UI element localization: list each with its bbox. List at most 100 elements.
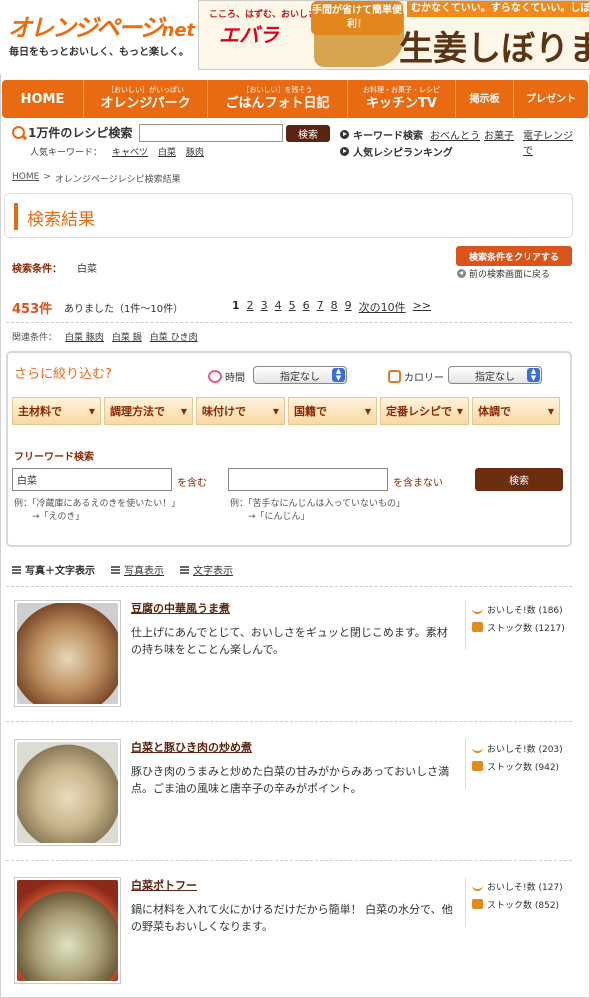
freeword-search-button[interactable]: 検索 [475,468,563,491]
tab-cooking-method[interactable]: 調理方法で ▼ [104,397,193,425]
last-page-link[interactable]: >> [413,299,431,315]
related-conditions: 関連条件： 白菜 豚肉 白菜 鍋 白菜 ひき肉 [12,330,198,343]
divider [6,586,572,587]
breadcrumb-current: オレンジページレシピ検索結果 [54,175,181,185]
ranking-link[interactable]: 人気レシピランキング [340,144,453,159]
nav-board[interactable]: 掲示板 [456,80,514,118]
dropdown-arrow-icon: ▼ [88,406,95,416]
page-link[interactable]: 7 [317,299,324,315]
keyword-link[interactable]: お菓子 [484,127,514,142]
search-icon [12,126,25,139]
page-link[interactable]: 5 [289,299,296,315]
exclude-input[interactable] [228,468,388,491]
include-input[interactable]: 白菜 [12,468,172,491]
stock-count[interactable]: ストック数 (1217) [472,618,577,636]
dropdown-arrow-icon: ▼ [364,406,371,416]
page-link[interactable]: 9 [345,299,352,315]
pagination: 1 2 3 4 5 6 7 8 9 次の10件 >> [232,299,431,315]
keyword-link[interactable]: 電子レンジで [523,127,582,157]
oishiso-count[interactable]: おいしそ!数 (203) [472,739,577,757]
ad-banner[interactable]: こころ、はずむ、おいしさ。 エバラ 手間が省けて簡単便利！ むかなくていい。すら… [198,0,590,70]
next-page-link[interactable]: 次の10件 [359,299,406,315]
refine-title: さらに絞り込む? [14,367,112,382]
arrow-circle-icon [340,147,349,156]
stock-icon [472,761,483,771]
search-input[interactable] [139,124,283,142]
recipe-photo[interactable] [14,739,121,846]
ad-title: 生姜しぼりま [399,29,590,69]
calorie-select[interactable]: 指定なし ▲ ▼ [448,366,542,384]
tab-seasoning[interactable]: 味付けで ▼ [196,397,285,425]
related-link[interactable]: 白菜 ひき肉 [150,330,198,343]
page-link[interactable]: 3 [261,299,268,315]
tab-nationality[interactable]: 国籍で ▼ [288,397,377,425]
dropdown-arrow-icon: ▼ [272,406,279,416]
select-arrows-icon: ▲ ▼ [332,368,345,382]
view-modes: 写真＋文字表示 写真表示 文字表示 [12,562,233,577]
time-select[interactable]: 指定なし ▲ ▼ [253,366,347,384]
ad-bubble: 手間が省けて簡単便利！ [311,1,403,35]
related-label: 関連条件： [12,333,58,343]
recipe-stats: おいしそ!数 (186) ストック数 (1217) [465,600,577,650]
view-photo[interactable]: 写真表示 [111,562,164,577]
nav-orange-park[interactable]: ［おいしい］がいっぱい オレンジパーク [84,80,208,118]
keyword-link[interactable]: おべんとう [430,127,480,142]
keyword-search-label[interactable]: キーワード検索 [340,127,423,142]
main-nav: HOME ［おいしい］がいっぱい オレンジパーク ［おいしい］を残そう ごはんフォト… [2,80,588,118]
site-logo[interactable]: オレンジページnet [8,8,195,43]
recipe-item: 白菜ポトフー 鍋に材料を入れて火にかけるだけだから簡単！ 白菜の水分で、他の野菜… [0,877,590,998]
back-arrow-icon [457,269,466,278]
grid-icon [111,565,120,574]
popular-link[interactable]: 豚肉 [186,145,204,158]
search-button[interactable]: 検索 [286,125,330,142]
nav-kitchen-tv[interactable]: お料理・お菓子・レシピ キッチンTV [348,80,456,118]
result-count: 453件 [12,302,53,317]
condition-value: 白菜 [77,264,97,275]
breadcrumb-separator: > [43,172,51,182]
tab-condition[interactable]: 体調で ▼ [472,397,560,425]
page-title: 検索結果 [27,210,95,230]
smile-icon [472,605,483,614]
popular-label: 人気キーワード： [30,148,103,158]
exclude-example: 例：「苦手なにんじんは入っていないもの」 →「にんじん」 [230,499,406,522]
recipe-photo[interactable] [14,877,121,984]
divider [6,721,572,722]
stock-count[interactable]: ストック数 (852) [472,895,577,913]
calorie-label: カロリー [388,369,444,384]
view-text[interactable]: 文字表示 [180,562,233,577]
recipe-title[interactable]: 豆腐の中華風うま煮 [131,600,230,616]
stock-count[interactable]: ストック数 (942) [472,757,577,775]
popular-link[interactable]: キャベツ [112,145,148,158]
tab-standard[interactable]: 定番レシピで ▼ [380,397,469,425]
oishiso-count[interactable]: おいしそ!数 (127) [472,877,577,895]
dropdown-arrow-icon: ▼ [547,406,554,416]
clear-conditions-button[interactable]: 検索条件をクリアする [456,246,572,266]
related-link[interactable]: 白菜 鍋 [112,330,142,343]
tab-main-ingredient[interactable]: 主材料で ▼ [12,397,101,425]
result-title-box: 検索結果 [4,193,573,238]
page-link[interactable]: 8 [331,299,338,315]
related-link[interactable]: 白菜 豚肉 [65,330,104,343]
page-link[interactable]: 6 [303,299,310,315]
smile-icon [472,882,483,891]
nav-photo-diary[interactable]: ［おいしい］を残そう ごはんフォト日記 [208,80,348,118]
recipe-description: 仕上げにあんでとじて、おいしさをギュッと閉じこめます。素材の持ち味をとことん楽し… [131,626,448,656]
freeword-label: フリーワード検索 [14,452,94,463]
recipe-description: 豚ひき肉のうまみと炒めた白菜の甘みがからみあっておいしさ満点。ごま油の風味と唐辛… [131,765,450,795]
back-link[interactable]: 前の検索画面に戻る [457,267,550,280]
oishiso-count[interactable]: おいしそ!数 (186) [472,600,577,618]
nav-present[interactable]: プレゼント [514,80,588,118]
breadcrumb-home[interactable]: HOME [12,172,39,185]
recipe-title[interactable]: 白菜ポトフー [131,877,197,893]
search-label: 1万件のレシピ検索 [12,124,132,141]
stock-icon [472,622,483,632]
view-photo-text[interactable]: 写真＋文字表示 [12,562,95,577]
recipe-photo[interactable] [14,600,121,707]
recipe-title[interactable]: 白菜と豚ひき肉の炒め煮 [131,739,252,755]
page-link[interactable]: 4 [275,299,282,315]
popular-link[interactable]: 白菜 [158,145,176,158]
dropdown-arrow-icon: ▼ [456,406,463,416]
nav-home[interactable]: HOME [2,80,84,118]
page-link[interactable]: 2 [247,299,254,315]
refine-panel: さらに絞り込む? 時間 指定なし ▲ ▼ カロリー 指定なし ▲ ▼ 主材料で ▼ 調理方… [6,351,572,547]
